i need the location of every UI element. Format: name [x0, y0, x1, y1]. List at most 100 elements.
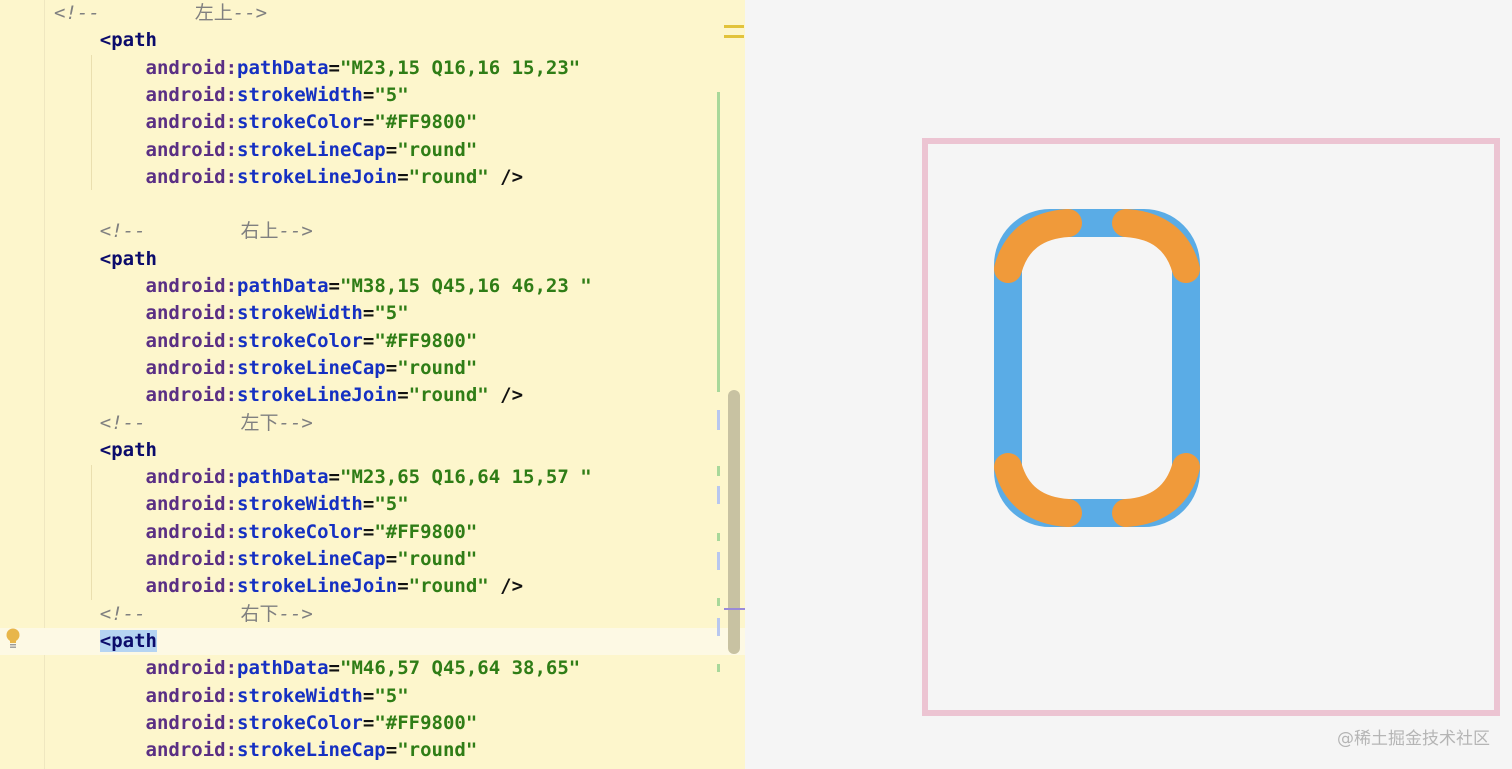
code-line[interactable]: android:strokeColor="#FF9800" [0, 519, 478, 546]
equals-sign: = [385, 138, 398, 161]
equals-sign: = [328, 275, 340, 297]
attribute-name: strokeColor [237, 329, 363, 352]
comment-close: --> [278, 220, 313, 243]
code-line[interactable]: <!-- 右上--> [0, 218, 313, 245]
comment-open: <!-- [54, 2, 100, 24]
code-line[interactable]: android:strokeLineCap="round" [0, 137, 478, 164]
attribute-name: pathData [237, 657, 329, 680]
code-line[interactable]: android:strokeLineJoin="round" /> [0, 382, 524, 409]
code-line[interactable]: android:strokeLineCap="round" [0, 355, 478, 382]
equals-sign: = [362, 302, 375, 325]
code-line[interactable]: android:pathData="M23,15 Q16,16 15,23" [0, 55, 581, 82]
change-marker-added[interactable] [717, 466, 720, 476]
attribute-value: "M23,15 Q16,16 15,23" [340, 56, 581, 79]
comment-close: --> [232, 2, 268, 24]
code-line[interactable]: android:strokeWidth="5" [0, 82, 409, 109]
warning-marker[interactable] [724, 25, 744, 28]
attribute-name: strokeLineCap [237, 548, 386, 570]
attribute-name: strokeColor [237, 111, 363, 134]
vector-drawable-preview [922, 138, 1500, 716]
attribute-name: pathData [237, 466, 329, 489]
attribute-namespace: android: [145, 520, 238, 543]
change-marker-added[interactable] [717, 92, 720, 392]
change-marker-added[interactable] [717, 664, 720, 672]
attribute-namespace: android: [145, 138, 238, 161]
code-line[interactable]: android:strokeLineCap="round" [0, 737, 478, 764]
change-marker-modified[interactable] [717, 618, 720, 636]
vertical-scrollbar[interactable] [728, 390, 740, 654]
change-marker-added[interactable] [717, 598, 720, 606]
attribute-value: "5" [374, 684, 409, 707]
watermark-text: @稀土掘金技术社区 [1337, 729, 1490, 749]
equals-sign: = [397, 384, 409, 407]
comment-label: 右下 [240, 602, 279, 625]
code-editor[interactable]: <!-- 左上--> <path android:pathData="M23,15… [0, 0, 745, 769]
code-line[interactable]: <path [0, 437, 157, 464]
equals-sign: = [397, 575, 409, 598]
attribute-value: "5" [374, 493, 409, 516]
attribute-value: "round" [408, 575, 489, 598]
equals-sign: = [362, 83, 375, 106]
xml-tag: <path [99, 247, 157, 270]
attribute-value: "#FF9800" [374, 111, 478, 134]
change-marker-modified[interactable] [717, 552, 720, 570]
code-line[interactable]: android:pathData="M46,57 Q45,64 38,65" [0, 655, 581, 682]
attribute-value: "5" [374, 302, 409, 325]
equals-sign: = [362, 493, 375, 516]
attribute-name: strokeWidth [237, 302, 363, 325]
equals-sign: = [328, 466, 340, 489]
attribute-namespace: android: [145, 711, 238, 734]
comment-open: <!-- [99, 602, 146, 625]
attribute-name: strokeLineCap [237, 356, 386, 379]
attribute-value: "M23,65 Q16,64 15,57 " [340, 466, 592, 489]
code-line[interactable]: <!-- 左上--> [0, 0, 267, 27]
lightbulb-icon[interactable] [4, 628, 22, 650]
code-line[interactable]: android:strokeWidth="5" [0, 683, 409, 710]
tag-close: /> [488, 165, 524, 188]
change-marker-added[interactable] [717, 533, 720, 541]
attribute-value: "round" [397, 138, 478, 161]
code-line[interactable]: android:strokeColor="#FF9800" [0, 710, 478, 737]
code-line[interactable]: android:strokeLineJoin="round" /> [0, 164, 524, 191]
comment-close: --> [278, 602, 313, 625]
code-line[interactable]: <path [0, 27, 157, 54]
attribute-name: strokeColor [237, 711, 363, 734]
code-line[interactable]: android:strokeColor="#FF9800" [0, 109, 478, 136]
code-line[interactable]: android:strokeLineJoin="round" /> [0, 573, 524, 600]
change-marker-modified[interactable] [717, 486, 720, 504]
code-line[interactable]: android:pathData="M38,15 Q45,16 46,23 " [0, 273, 592, 300]
code-line[interactable]: android:strokeLineCap="round" [0, 546, 478, 573]
code-line[interactable]: <!-- 右下--> [0, 601, 313, 628]
code-line[interactable] [0, 191, 54, 218]
code-line[interactable]: android:pathData="M23,65 Q16,64 15,57 " [0, 464, 592, 491]
equals-sign: = [328, 56, 340, 79]
change-marker-modified[interactable] [717, 410, 720, 430]
tag-close: /> [488, 575, 524, 598]
comment-close: --> [278, 411, 313, 434]
attribute-value: "#FF9800" [374, 329, 478, 352]
code-line[interactable]: <path [0, 627, 745, 655]
code-line[interactable]: <!-- 左下--> [0, 410, 313, 437]
attribute-name: strokeLineJoin [237, 165, 398, 188]
attribute-value: "#FF9800" [374, 520, 478, 543]
code-line[interactable]: <path [0, 246, 157, 273]
warning-marker[interactable] [724, 35, 744, 38]
code-line[interactable]: android:strokeWidth="5" [0, 491, 409, 518]
tag-close: /> [488, 384, 524, 407]
attribute-namespace: android: [145, 83, 238, 106]
comment-label: 右上 [240, 220, 279, 243]
attribute-namespace: android: [145, 739, 238, 762]
attribute-namespace: android: [145, 466, 238, 489]
attribute-name: strokeWidth [237, 493, 363, 516]
code-line[interactable]: android:strokeWidth="5" [0, 300, 409, 327]
vector-preview-pane: @稀土掘金技术社区 [745, 0, 1512, 769]
code-line[interactable]: android:strokeColor="#FF9800" [0, 328, 478, 355]
attribute-namespace: android: [145, 657, 238, 680]
